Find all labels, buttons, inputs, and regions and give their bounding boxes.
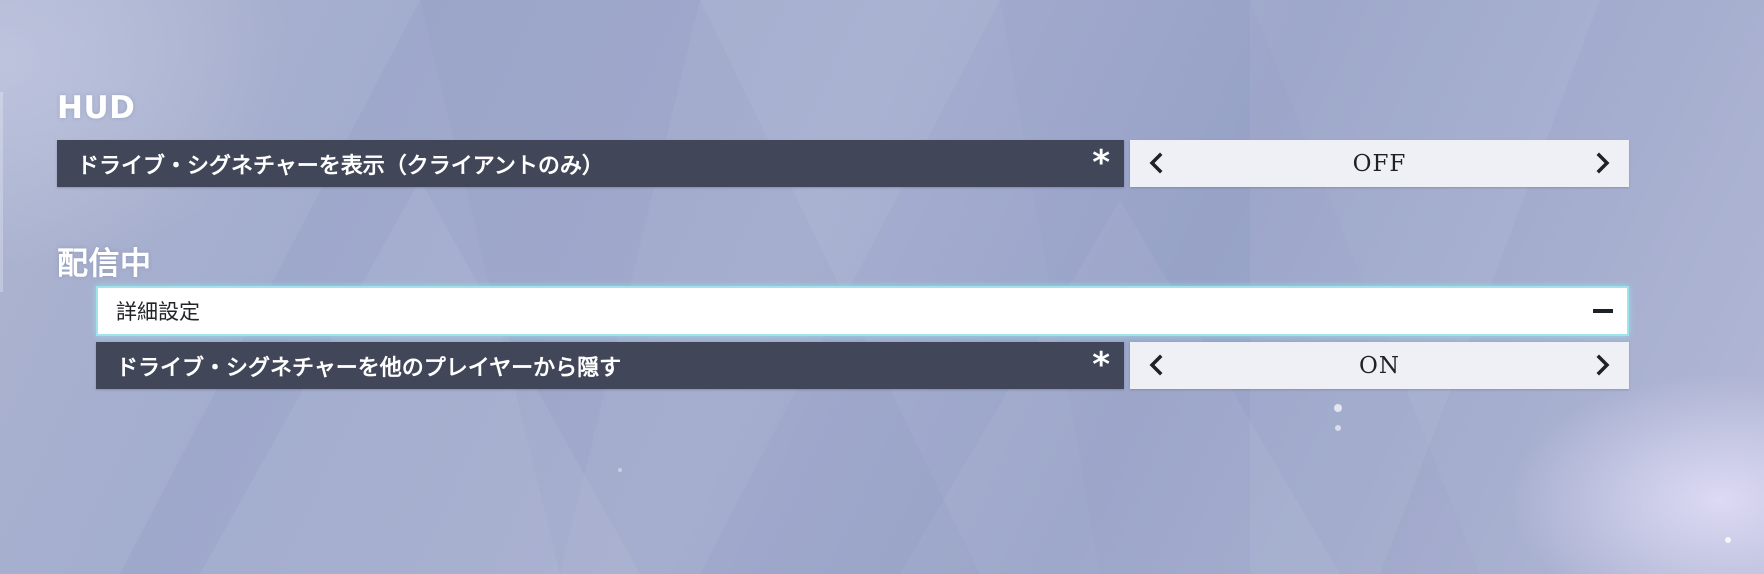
panel-edge xyxy=(0,92,3,292)
chevron-left-icon[interactable] xyxy=(1142,148,1170,178)
advanced-settings-label: 詳細設定 xyxy=(116,300,200,324)
chevron-right-icon[interactable] xyxy=(1589,148,1617,178)
selector-value: ON xyxy=(1359,352,1400,379)
setting-label-text: ドライブ・シグネチャーを表示（クライアントのみ） xyxy=(77,153,604,179)
selector-value: OFF xyxy=(1352,150,1407,177)
minus-icon xyxy=(1593,309,1613,313)
chevron-left-icon[interactable] xyxy=(1142,350,1170,380)
section-title-hud: HUD xyxy=(57,90,136,126)
setting-label-show-drive-signature: ドライブ・シグネチャーを表示（クライアントのみ） * xyxy=(57,140,1124,187)
selector-hide-drive-signature[interactable]: ON xyxy=(1130,342,1629,389)
section-title-streaming: 配信中 xyxy=(57,246,152,282)
setting-label-text: ドライブ・シグネチャーを他のプレイヤーから隠す xyxy=(116,355,622,381)
chevron-right-icon[interactable] xyxy=(1589,350,1617,380)
asterisk-icon: * xyxy=(1092,345,1110,385)
asterisk-icon: * xyxy=(1092,143,1110,183)
selector-show-drive-signature[interactable]: OFF xyxy=(1130,140,1629,187)
setting-label-hide-drive-signature: ドライブ・シグネチャーを他のプレイヤーから隠す * xyxy=(96,342,1124,389)
advanced-settings-toggle[interactable]: 詳細設定 xyxy=(96,286,1629,336)
